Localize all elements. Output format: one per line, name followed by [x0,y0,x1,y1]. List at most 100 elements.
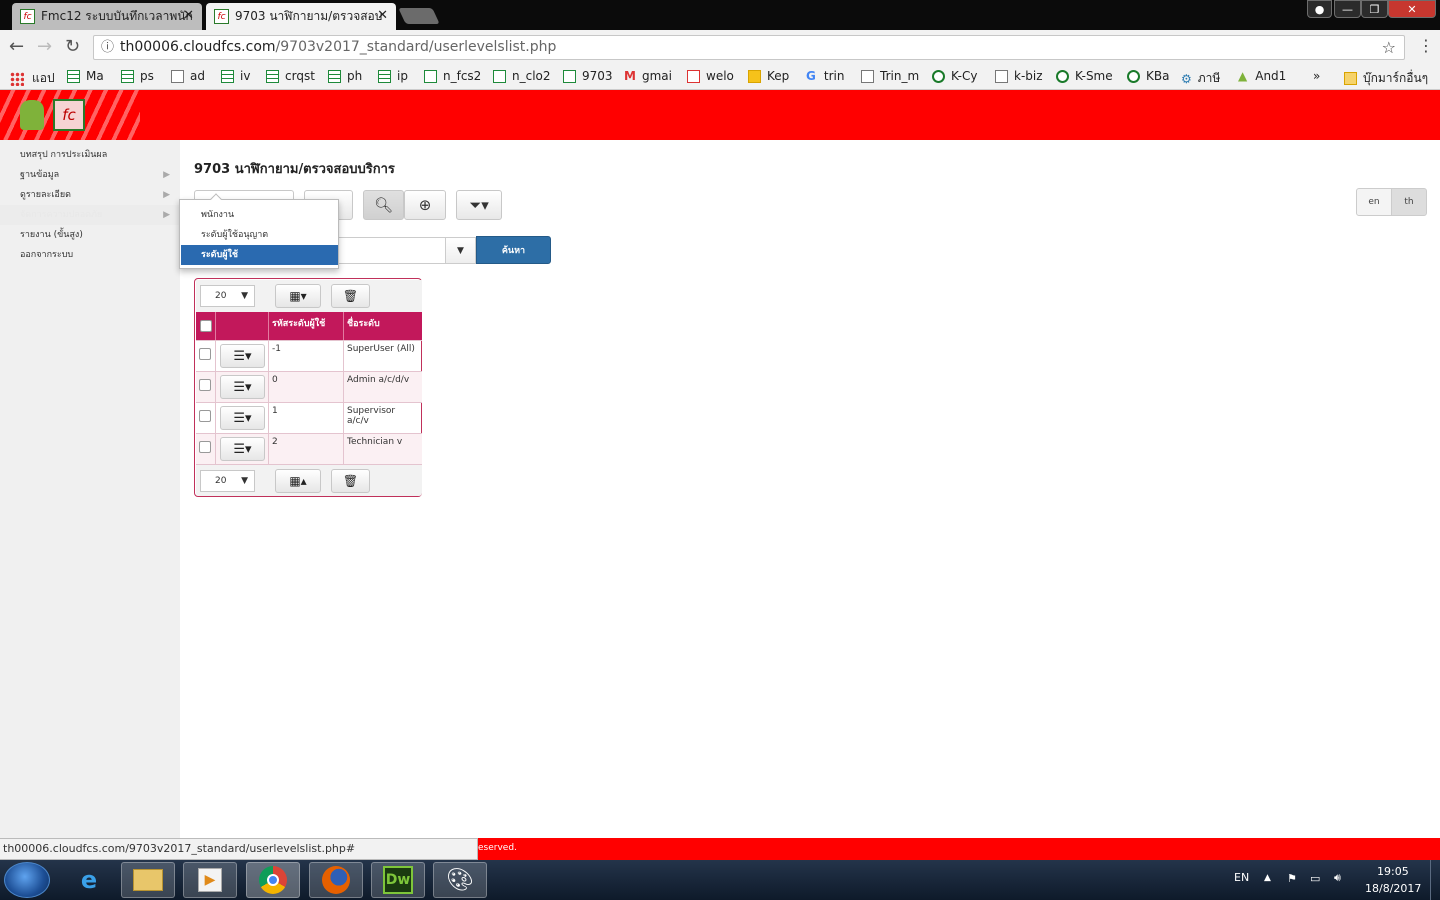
column-header-level-id[interactable]: รหัสระดับผู้ใช้ [269,312,344,340]
show-desktop-button[interactable] [1430,860,1440,900]
bookmarks-overflow[interactable]: » [1313,69,1320,83]
new-tab-button[interactable] [398,8,440,24]
bookmark-item[interactable]: ▲ And1 [1238,69,1286,83]
bookmark-item[interactable]: ⚙ ภาษี [1181,69,1220,88]
bookmark-item[interactable]: crqst [266,69,315,83]
bookmark-apps[interactable]: แอป [10,69,55,88]
row-options-button[interactable]: ☰▾ [220,375,265,399]
reload-icon[interactable]: ↻ [65,36,80,57]
close-icon[interactable]: ✕ [183,8,194,23]
submenu-item-user-permissions[interactable]: ระดับผู้ใช้อนุญาต [181,225,338,245]
minimize-button[interactable]: — [1334,0,1361,18]
action-header [216,312,269,340]
cell-level-id: 1 [269,403,344,433]
row-checkbox[interactable] [199,379,211,391]
ie-icon[interactable]: e [62,862,116,898]
chrome-icon[interactable] [246,862,300,898]
bookmark-item[interactable]: ad [171,69,205,83]
bookmark-item[interactable]: K-Cy [932,69,977,83]
back-icon[interactable]: ← [9,36,24,57]
submenu-item-employees[interactable]: พนักงาน [181,205,338,225]
search-input[interactable] [338,237,446,264]
bookmark-item[interactable]: k-biz [995,69,1043,83]
window-close-button[interactable]: ✕ [1388,0,1436,18]
bookmark-item[interactable]: welo [687,69,734,83]
bookmark-item[interactable]: Mgmai [624,69,672,83]
address-bar[interactable]: ⓘ th00006.cloudfcs.com/9703v2017_standar… [93,35,1405,60]
paint-icon[interactable]: 🎨︎ [433,862,487,898]
network-icon[interactable]: ▭ [1310,872,1320,885]
media-player-icon[interactable]: ▶ [183,862,237,898]
page-size-select[interactable]: 20 ▼ [200,285,255,307]
submenu-item-user-levels[interactable]: ระดับผู้ใช้ [181,245,338,265]
column-header-level-name[interactable]: ชื่อระดับ [344,312,422,340]
bookmark-item[interactable]: Gtrin [806,69,844,83]
url-path: /9703v2017_standard/userlevelslist.php [275,39,557,55]
clock-date[interactable]: 18/8/2017 [1365,882,1421,895]
row-options-button[interactable]: ☰▾ [220,406,265,430]
bookmark-item[interactable]: 9703 [563,69,613,83]
menu-dots-icon[interactable]: ⋮ [1418,36,1434,55]
row-options-button[interactable]: ☰▾ [220,437,265,461]
column-chooser-button[interactable]: ▦▴ [275,469,321,493]
sidebar: บทสรุป การประเมินผล ฐานข้อมูล ▶ ดูรายละเอ… [0,140,180,838]
search-type-dropdown[interactable]: ▼ [445,237,476,264]
sheets-icon [121,69,134,83]
search-toggle-button[interactable]: 🔍︎ [363,190,404,220]
user-icon[interactable]: ● [1307,0,1332,18]
chevron-right-icon: ▶ [163,190,170,200]
advanced-search-button[interactable]: ⊕ [404,190,446,220]
bookmark-item[interactable]: ps [121,69,154,83]
tray-expand-icon[interactable]: ▲ [1264,873,1271,883]
row-checkbox[interactable] [199,441,211,453]
sidebar-item-database[interactable]: ฐานข้อมูล ▶ [0,165,180,185]
delete-button[interactable]: 🗑︎ [331,469,370,493]
search-button[interactable]: ค้นหา [476,236,551,264]
lang-th-button[interactable]: th [1391,188,1427,216]
maximize-button[interactable]: ❐ [1361,0,1388,18]
page-size-select[interactable]: 20 ▼ [200,470,255,492]
start-button[interactable] [4,862,50,898]
forward-icon[interactable]: → [37,36,52,57]
bookmark-other-folder[interactable]: บุ๊กมาร์กอื่นๆ [1344,69,1428,88]
bookmark-item[interactable]: n_clo2 [493,69,551,83]
close-icon[interactable]: ✕ [377,8,388,23]
delete-button[interactable]: 🗑︎ [331,284,370,308]
cell-level-name: SuperUser (All) [347,344,415,354]
bookmark-item[interactable]: Ma [67,69,104,83]
row-options-button[interactable]: ☰▾ [220,344,265,368]
browser-tab-2[interactable]: fc 9703 นาฬิกายาม/ตรวจสอบ ✕ [206,3,396,30]
explorer-icon[interactable] [121,862,175,898]
input-language[interactable]: EN [1234,871,1249,884]
bookmark-item[interactable]: Kep [748,69,789,83]
sidebar-item-reports[interactable]: รายงาน (ขั้นสูง) [0,225,180,245]
volume-icon[interactable]: 🔊︎ [1334,871,1341,885]
star-icon[interactable]: ☆ [1382,36,1396,59]
browser-tab-1[interactable]: fc Fmc12 ระบบบันทึกเวลาพนัก ✕ [12,3,202,30]
bookmark-item[interactable]: ph [328,69,362,83]
column-chooser-button[interactable]: ▦▾ [275,284,321,308]
sidebar-item-security[interactable]: จัดการความปลอดภัย ▶ [0,205,180,225]
filter-button[interactable]: ⏷▾ [456,190,502,220]
action-center-icon[interactable]: ⚑ [1287,872,1297,885]
bookmark-item[interactable]: Trin_m [861,69,919,83]
fc-logo-icon[interactable]: fc [53,99,85,131]
bookmark-item[interactable]: KBa [1127,69,1169,83]
bookmark-item[interactable]: n_fcs2 [424,69,481,83]
select-all-checkbox[interactable] [200,320,212,332]
row-checkbox[interactable] [199,348,211,360]
lang-en-button[interactable]: en [1356,188,1392,216]
bookmark-item[interactable]: ip [378,69,408,83]
row-checkbox[interactable] [199,410,211,422]
info-icon[interactable]: ⓘ [101,36,114,59]
dreamweaver-icon[interactable]: Dw [371,862,425,898]
filter-icon: ⏷▾ [469,196,489,214]
cell-level-name: Supervisor a/c/v [347,406,396,426]
bookmark-item[interactable]: iv [221,69,250,83]
sidebar-item-summary[interactable]: บทสรุป การประเมินผล [0,145,180,165]
bookmark-item[interactable]: K-Sme [1056,69,1113,83]
sidebar-item-logout[interactable]: ออกจากระบบ [0,245,180,265]
sidebar-item-details[interactable]: ดูรายละเอียด ▶ [0,185,180,205]
clock-time[interactable]: 19:05 [1377,865,1409,878]
firefox-icon[interactable] [309,862,363,898]
